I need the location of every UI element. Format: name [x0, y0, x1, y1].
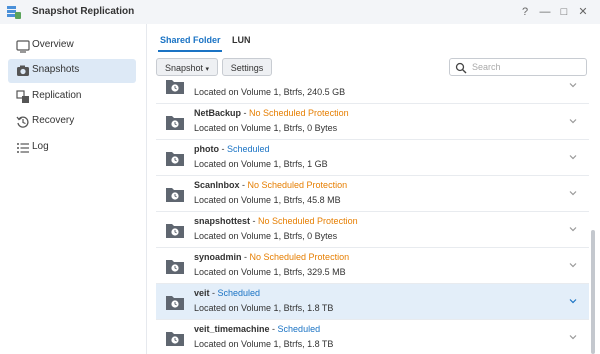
- snapshot-button-label: Snapshot: [164, 63, 203, 73]
- sidebar-item-log[interactable]: Log: [8, 136, 136, 160]
- protection-status: No Scheduled Protection: [247, 180, 348, 190]
- snapshot-dropdown-button[interactable]: Snapshot ▾: [156, 58, 218, 76]
- chevron-down-icon[interactable]: [568, 296, 578, 306]
- row-title: ScanInbox - No Scheduled Protection: [194, 180, 347, 190]
- folder-location: Located on Volume 1, Btrfs, 0 Bytes: [194, 123, 338, 133]
- row-title: snapshottest - No Scheduled Protection: [194, 216, 358, 226]
- table-row[interactable]: veit_timemachine - Scheduled Located on V…: [156, 320, 589, 354]
- help-button[interactable]: ?: [518, 4, 532, 20]
- snapshot-replication-app-icon: [7, 6, 21, 19]
- title-separator: -: [269, 324, 278, 334]
- overview-icon: [16, 40, 30, 53]
- caret-down-icon: ▾: [205, 66, 210, 73]
- folder-location: Located on Volume 1, Btrfs, 1 GB: [194, 159, 328, 169]
- protection-status: No Scheduled Protection: [258, 216, 358, 226]
- table-row[interactable]: synoadmin - No Scheduled Protection Locat…: [156, 248, 589, 284]
- shared-folder-snapshot-icon: [166, 116, 184, 130]
- shared-folder-snapshot-icon: [166, 152, 184, 166]
- title-separator: -: [250, 216, 259, 226]
- tab-lun[interactable]: LUN: [232, 35, 251, 45]
- protection-status: No Scheduled Protection: [249, 108, 349, 118]
- search-icon: [455, 62, 467, 74]
- title-separator: -: [219, 144, 227, 154]
- shared-folder-list: Located on Volume 1, Btrfs, 240.5 GB NetB…: [156, 80, 589, 354]
- folder-location: Located on Volume 1, Btrfs, 240.5 GB: [194, 87, 346, 97]
- list-scrollbar[interactable]: [590, 80, 596, 354]
- folder-name: NetBackup: [194, 108, 242, 118]
- title-bar: Snapshot Replication ? — □ ✕: [0, 0, 600, 24]
- search-box[interactable]: [449, 58, 587, 76]
- table-row[interactable]: ScanInbox - No Scheduled Protection Locat…: [156, 176, 589, 212]
- row-title: NetBackup - No Scheduled Protection: [194, 108, 349, 118]
- folder-name: snapshottest: [194, 216, 251, 226]
- chevron-down-icon[interactable]: [568, 80, 578, 90]
- sidebar-item-label: Log: [32, 141, 49, 152]
- shared-folder-snapshot-icon: [166, 224, 184, 238]
- title-separator: -: [241, 108, 250, 118]
- camera-icon: [17, 65, 29, 76]
- folder-location: Located on Volume 1, Btrfs, 1.8 TB: [194, 339, 334, 349]
- shared-folder-snapshot-icon: [166, 80, 184, 94]
- folder-location: Located on Volume 1, Btrfs, 329.5 MB: [194, 267, 346, 277]
- window-title: Snapshot Replication: [32, 6, 135, 17]
- shared-folder-snapshot-icon: [166, 188, 184, 202]
- close-button[interactable]: ✕: [576, 4, 590, 20]
- folder-name: photo: [194, 144, 219, 154]
- table-row[interactable]: veit - Scheduled Located on Volume 1, Btr…: [156, 284, 589, 320]
- table-row[interactable]: NetBackup - No Scheduled Protection Locat…: [156, 104, 589, 140]
- row-title: photo - Scheduled: [194, 144, 270, 154]
- sidebar-item-label: Recovery: [32, 115, 75, 126]
- folder-name: synoadmin: [194, 252, 242, 262]
- maximize-button[interactable]: □: [557, 4, 571, 20]
- sidebar-item-label: Overview: [32, 39, 74, 50]
- chevron-down-icon[interactable]: [568, 188, 578, 198]
- sidebar-item-label: Replication: [32, 90, 82, 101]
- shared-folder-snapshot-icon: [166, 260, 184, 274]
- search-input[interactable]: [472, 60, 580, 74]
- chevron-down-icon[interactable]: [568, 116, 578, 126]
- folder-name: ScanInbox: [194, 180, 240, 190]
- table-row[interactable]: photo - Scheduled Located on Volume 1, Bt…: [156, 140, 589, 176]
- table-row[interactable]: snapshottest - No Scheduled Protection Lo…: [156, 212, 589, 248]
- protection-status: Scheduled: [277, 324, 321, 334]
- row-title: veit - Scheduled: [194, 288, 260, 298]
- scrollbar-thumb[interactable]: [591, 230, 595, 354]
- sidebar-item-snapshots[interactable]: Snapshots: [8, 59, 136, 83]
- folder-location: Located on Volume 1, Btrfs, 0 Bytes: [194, 231, 338, 241]
- chevron-down-icon[interactable]: [568, 224, 578, 234]
- chevron-down-icon[interactable]: [568, 152, 578, 162]
- tab-shared-folder[interactable]: Shared Folder: [160, 35, 221, 45]
- title-separator: -: [209, 288, 218, 298]
- protection-status: No Scheduled Protection: [249, 252, 350, 262]
- minimize-button[interactable]: —: [538, 4, 552, 20]
- sidebar-item-overview[interactable]: Overview: [8, 34, 136, 58]
- active-tab-indicator: [158, 50, 222, 52]
- shared-folder-snapshot-icon: [166, 296, 184, 310]
- title-separator: -: [239, 180, 248, 190]
- sidebar-item-replication[interactable]: Replication: [8, 85, 136, 109]
- folder-name: veit: [194, 288, 210, 298]
- settings-button[interactable]: Settings: [222, 58, 272, 76]
- chevron-down-icon[interactable]: [568, 332, 578, 342]
- table-row[interactable]: Located on Volume 1, Btrfs, 240.5 GB: [156, 80, 589, 104]
- folder-name: veit_timemachine: [194, 324, 270, 334]
- shared-folder-snapshot-icon: [166, 332, 184, 346]
- title-separator: -: [241, 252, 250, 262]
- recovery-icon: [16, 116, 29, 128]
- replication-icon: [16, 90, 29, 103]
- sidebar-item-label: Snapshots: [32, 64, 80, 75]
- protection-status: Scheduled: [217, 288, 261, 298]
- sidebar-item-recovery[interactable]: Recovery: [8, 110, 136, 134]
- protection-status: Scheduled: [227, 144, 270, 154]
- row-title: veit_timemachine - Scheduled: [194, 324, 320, 334]
- row-title: synoadmin - No Scheduled Protection: [194, 252, 349, 262]
- sidebar: Overview Snapshots Replication Recovery …: [0, 24, 147, 354]
- log-icon: [17, 143, 29, 153]
- chevron-down-icon[interactable]: [568, 260, 578, 270]
- folder-location: Located on Volume 1, Btrfs, 45.8 MB: [194, 195, 341, 205]
- folder-location: Located on Volume 1, Btrfs, 1.8 TB: [194, 303, 334, 313]
